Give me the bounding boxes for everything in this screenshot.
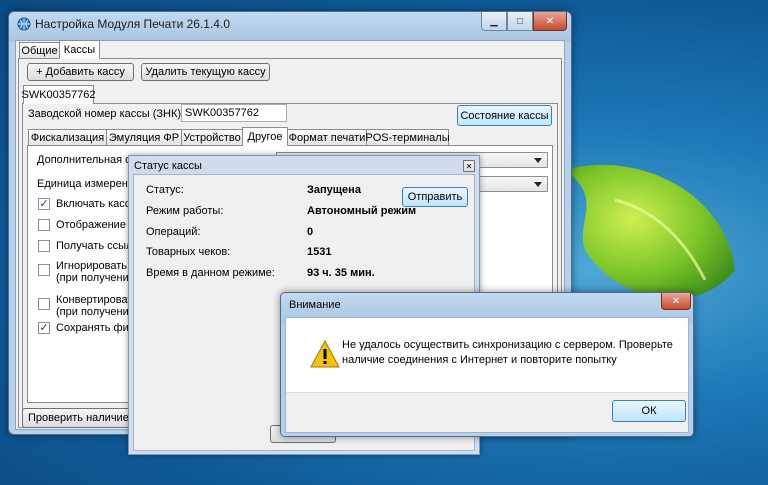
main-window-title: Настройка Модуля Печати 26.1.4.0 (35, 17, 230, 31)
serial-label: Заводской номер кассы (ЗНК): (28, 108, 185, 120)
close-icon: ✕ (465, 161, 473, 171)
add-register-button[interactable]: + Добавить кассу (27, 63, 134, 81)
time-label: Время в данном режиме: (146, 267, 275, 279)
minimize-icon: ▁ (490, 15, 498, 27)
checkbox-get-links[interactable] (38, 240, 50, 252)
checks-label: Товарных чеков: (146, 246, 231, 258)
register-status-close-button[interactable]: ✕ (463, 160, 475, 172)
checks-value: 1531 (307, 246, 332, 258)
app-globe-icon (17, 17, 31, 31)
status-label: Статус: (146, 184, 184, 196)
tab-pos-terminals[interactable]: POS-терминалы (365, 129, 450, 146)
checkbox-convert[interactable] (38, 298, 50, 310)
warning-dialog-title: Внимание (289, 299, 341, 311)
tab-device[interactable]: Устройство (181, 129, 243, 146)
tab-fr-emulation[interactable]: Эмуляция ФР (106, 129, 182, 146)
close-button[interactable]: ✕ (533, 12, 567, 31)
chevron-down-icon (534, 182, 542, 187)
register-status-title: Статус кассы (134, 160, 202, 172)
operations-label: Операций: (146, 226, 201, 238)
warning-close-button[interactable]: ✕ (661, 293, 691, 310)
checkbox-enable-register[interactable]: ✓ (38, 198, 50, 210)
warning-body: Не удалось осуществить синхронизацию с с… (285, 317, 689, 433)
tab-device-serial[interactable]: SWK00357762 (22, 85, 96, 104)
warning-dialog: Внимание ✕ Не удалось осуществить синхро… (280, 292, 694, 437)
operations-value: 0 (307, 226, 314, 238)
send-button[interactable]: Отправить (402, 187, 468, 207)
status-value: Запущена (307, 184, 361, 196)
check-updates-button[interactable]: Проверить наличие обн (22, 408, 140, 428)
maximize-button[interactable]: □ (507, 12, 533, 31)
chevron-down-icon (534, 158, 542, 163)
warning-ok-button[interactable]: ОК (612, 400, 686, 422)
register-status-button[interactable]: Состояние кассы (457, 105, 552, 126)
tab-other[interactable]: Другое (242, 127, 288, 146)
maximize-icon: □ (516, 15, 524, 27)
warning-message-line1: Не удалось осуществить синхронизацию с с… (342, 339, 673, 351)
warning-message-line2: наличие соединения с Интернет и повторит… (342, 354, 617, 366)
warning-icon (310, 340, 340, 368)
tab-cash-registers[interactable]: Кассы (59, 40, 100, 59)
tab-fiscalization[interactable]: Фискализация (28, 129, 107, 146)
tab-print-format[interactable]: Формат печати (287, 129, 367, 146)
checkbox-save-fiscal[interactable]: ✓ (38, 322, 50, 334)
delete-register-button[interactable]: Удалить текущую кассу (141, 63, 270, 81)
mode-value: Автономный режим (307, 205, 417, 217)
checkbox-show-errors[interactable] (38, 219, 50, 231)
tab-general[interactable]: Общие (19, 42, 60, 59)
minimize-button[interactable]: ▁ (481, 12, 507, 31)
serial-input[interactable]: SWK00357762 (181, 104, 287, 122)
time-value: 93 ч. 35 мин. (307, 267, 375, 279)
close-icon: ✕ (545, 15, 555, 27)
checkbox-ignore-vat[interactable] (38, 264, 50, 276)
mode-label: Режим работы: (146, 205, 224, 217)
close-icon: ✕ (671, 295, 681, 307)
